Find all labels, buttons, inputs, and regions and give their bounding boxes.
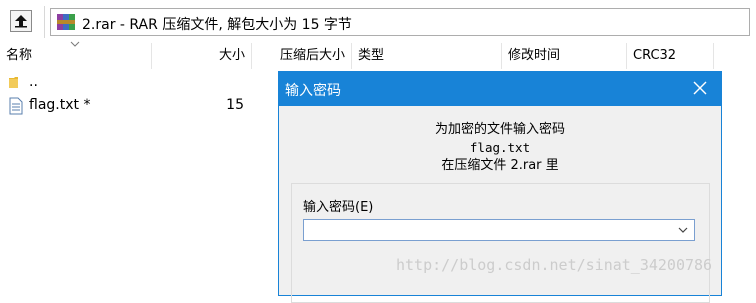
column-header-crc[interactable]: CRC32: [627, 43, 714, 69]
dialog-title: 输入密码: [285, 83, 341, 99]
column-header-packed[interactable]: 压缩后大小: [252, 43, 352, 69]
chevron-down-icon[interactable]: [678, 227, 688, 234]
up-arrow-icon: [15, 15, 27, 28]
password-input[interactable]: [306, 221, 670, 241]
dialog-title-bar[interactable]: 输入密码: [279, 72, 721, 106]
address-row: 2.rar - RAR 压缩文件, 解包大小为 15 字节: [0, 0, 756, 40]
password-combobox[interactable]: [303, 219, 695, 241]
password-field-label: 输入密码(E): [303, 200, 374, 215]
rar-archive-icon: [57, 14, 75, 30]
address-field[interactable]: 2.rar - RAR 压缩文件, 解包大小为 15 字节: [50, 8, 750, 36]
file-size: 15: [226, 97, 244, 113]
dialog-archive-line: 在压缩文件 2.rar 里: [441, 158, 559, 173]
file-name: ..: [29, 74, 38, 90]
file-row-parent[interactable]: ..: [0, 71, 270, 93]
watermark: http://blog.csdn.net/sinat_34200786: [396, 256, 713, 274]
column-header-modified[interactable]: 修改时间: [502, 43, 627, 69]
dialog-message: 为加密的文件输入密码 flag.txt 在压缩文件 2.rar 里: [279, 121, 721, 175]
dialog-file-name: flag.txt: [469, 140, 531, 155]
sort-chevron-icon: [70, 41, 80, 47]
file-name: flag.txt *: [29, 97, 91, 113]
close-icon[interactable]: [693, 81, 707, 95]
column-label-packed: 压缩后大小: [279, 48, 345, 63]
column-label-type: 类型: [358, 48, 385, 63]
text-file-icon: [9, 97, 23, 115]
column-label-crc: CRC32: [633, 48, 677, 63]
column-header-type[interactable]: 类型: [352, 43, 502, 69]
column-header-size[interactable]: 大小: [152, 43, 252, 69]
file-list-header: 名称 大小 压缩后大小 类型 修改时间 CRC32: [0, 41, 756, 69]
column-label-size: 大小: [218, 48, 245, 63]
address-path-text: 2.rar - RAR 压缩文件, 解包大小为 15 字节: [82, 17, 352, 33]
column-header-name[interactable]: 名称: [0, 41, 152, 69]
file-row-flag[interactable]: flag.txt * 15: [0, 94, 270, 116]
dialog-prompt: 为加密的文件输入密码: [434, 122, 565, 137]
folder-icon: [9, 77, 18, 88]
column-label-modified: 修改时间: [508, 48, 561, 63]
up-one-level-button[interactable]: [10, 10, 32, 32]
toolbar-separator: [44, 6, 45, 38]
